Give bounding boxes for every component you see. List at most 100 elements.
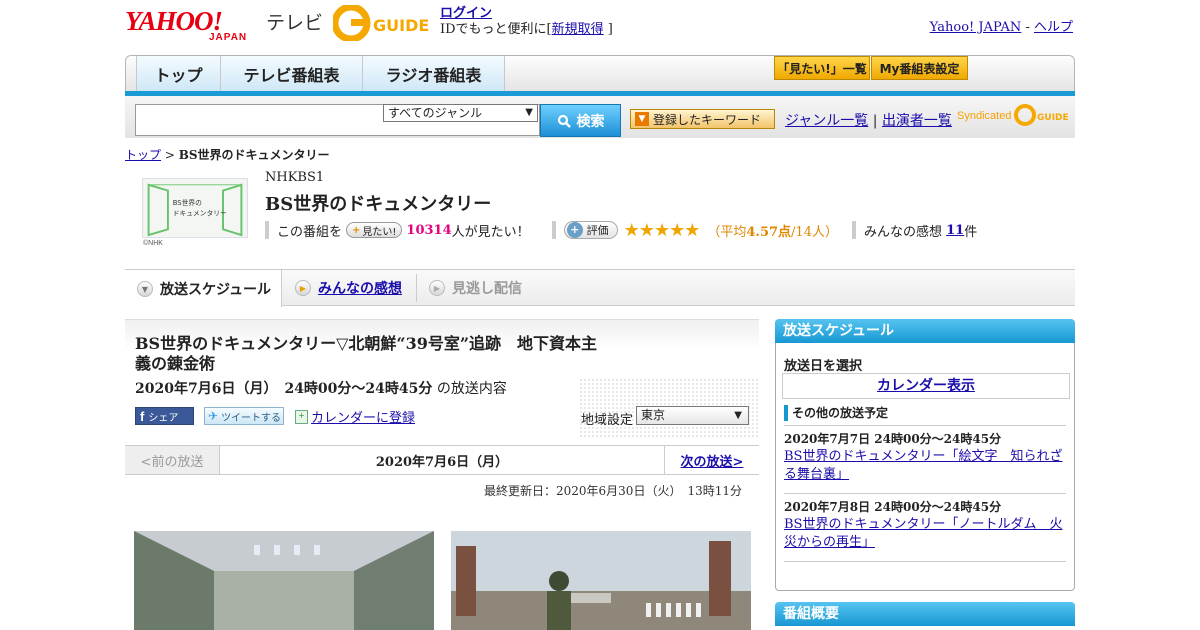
search-links: ジャンル一覧 | 出演者一覧	[785, 110, 952, 130]
episode-photo-2	[451, 531, 751, 630]
sidebar-schedule: 放送日を選択 カレンダー表示 その他の放送予定 2020年7月7日 24時00分…	[775, 343, 1075, 591]
facebook-share-label: シェア	[148, 412, 179, 424]
region-select[interactable]: 東京 ▼	[636, 406, 749, 425]
other-schedule-date: 2020年7月7日 24時00分～24時45分	[784, 432, 1002, 446]
top-links-separator: -	[1025, 20, 1030, 35]
main-nav: トップ テレビ番組表 ラジオ番組表 「見たい!」一覧 My番組表設定	[125, 55, 1075, 91]
want-list-button[interactable]: 「見たい!」一覧	[774, 56, 870, 80]
want-suffix: 人が見たい！	[451, 224, 530, 240]
want-button[interactable]: + 見たい!	[346, 222, 403, 238]
nav-tab-tv-schedule[interactable]: テレビ番組表	[220, 56, 363, 91]
reviews-suffix: 件	[964, 224, 978, 240]
other-schedule-link[interactable]: BS世界のドキュメンタリー「絵文字 知られざる舞台裏」	[784, 449, 1062, 482]
add-calendar-label: カレンダーに登録	[311, 411, 416, 426]
episode-date-suffix: の放送内容	[436, 381, 507, 397]
login-box: ログイン IDでもっと便利に[新規取得 ]	[440, 6, 613, 38]
rating-close: /14人）	[791, 224, 838, 240]
chevron-down-icon: ▼	[734, 410, 742, 421]
search-links-divider: |	[872, 113, 878, 129]
reviews-count-link[interactable]: 11	[946, 223, 964, 238]
list-item: 2020年7月8日 24時00分～24時45分 BS世界のドキュメンタリー「ノー…	[784, 493, 1066, 552]
sidebar-overview-heading: 番組概要	[775, 602, 1075, 626]
reviews-prefix: みんなの感想	[863, 224, 942, 240]
thumb-line-2: ドキュメンタリー	[173, 209, 227, 218]
rating-value: 4.57点	[746, 224, 792, 240]
list-item: 2020年7月7日 24時00分～24時45分 BS世界のドキュメンタリー「絵文…	[784, 425, 1066, 484]
prev-broadcast: <前の放送	[125, 446, 220, 474]
episode-header: BS世界のドキュメンタリー▽北朝鮮“39号室”追跡 地下資本主義の錬金術 202…	[125, 319, 759, 444]
play-icon: ▶	[295, 280, 311, 296]
tweet-button[interactable]: ✈ ツイートする	[204, 407, 284, 425]
add-calendar-link[interactable]: + カレンダーに登録	[295, 407, 415, 426]
nav-tab-radio-schedule[interactable]: ラジオ番組表	[362, 56, 505, 91]
tab-missed-label: 見逃し配信	[452, 281, 522, 297]
search-button-label: 検索	[576, 113, 605, 130]
performer-list-link[interactable]: 出演者一覧	[882, 113, 952, 129]
rating-average: （平均4.57点/14人）	[707, 221, 838, 240]
other-schedule-date: 2020年7月8日 24時00分～24時45分	[784, 500, 1002, 514]
gguide-logo: GUIDE	[333, 5, 429, 41]
my-schedule-button[interactable]: My番組表設定	[871, 56, 968, 80]
channel-name: NHKBS1	[265, 170, 325, 185]
plus-icon: +	[566, 222, 583, 238]
nav-tab-top[interactable]: トップ	[136, 56, 221, 91]
program-title: BS世界のドキュメンタリー	[265, 194, 492, 215]
episode-photo-1	[134, 531, 434, 630]
tweet-label: ツイートする	[221, 412, 282, 424]
want-button-label: 見たい!	[362, 226, 397, 238]
plus-icon: +	[352, 224, 361, 236]
tab-reviews[interactable]: ▶ みんなの感想	[283, 270, 413, 306]
search-button[interactable]: 検索	[540, 104, 621, 137]
sidebar-schedule-heading: 放送スケジュール	[775, 319, 1075, 343]
program-thumbnail: BS世界の ドキュメンタリー	[142, 178, 248, 238]
next-broadcast-label: 次の放送>	[680, 454, 744, 470]
divider	[784, 561, 1066, 562]
help-link[interactable]: ヘルプ	[1034, 20, 1073, 35]
play-icon: ▶	[429, 280, 445, 296]
calendar-show-label: カレンダー表示	[877, 378, 975, 394]
thumb-line-1: BS世界の	[173, 198, 202, 207]
rate-button[interactable]: + 評価	[563, 221, 618, 239]
rating-stars: ★★★★★	[623, 219, 701, 241]
login-link[interactable]: ログイン	[440, 6, 492, 21]
registered-keyword-button[interactable]: ▼ 登録したキーワード	[630, 109, 775, 129]
program-tabs: ▼ 放送スケジュール ▶ みんなの感想 ▶ 見逃し配信	[125, 269, 1075, 307]
search-icon	[557, 114, 571, 128]
rate-button-label: 評価	[586, 224, 609, 237]
tab-reviews-label: みんなの感想	[318, 281, 402, 297]
other-schedule-link[interactable]: BS世界のドキュメンタリー「ノートルダム 火災からの再生」	[784, 517, 1062, 550]
rating-open: （平均	[707, 224, 747, 240]
genre-select[interactable]: すべてのジャンル ▼	[383, 104, 538, 122]
yahoo-japan-logo[interactable]: YAHOO! JAPAN	[125, 6, 246, 43]
register-link[interactable]: 新規取得	[552, 22, 604, 37]
svg-text:GUIDE: GUIDE	[1037, 113, 1069, 123]
breadcrumb: トップ > BS世界のドキュメンタリー	[125, 146, 330, 163]
stats-divider	[551, 221, 556, 239]
episode-datetime: 2020年7月6日（月） 24時00分～24時45分	[135, 381, 433, 397]
calendar-show-link[interactable]: カレンダー表示	[782, 373, 1070, 399]
dropdown-arrow-icon: ▼	[635, 112, 649, 126]
tab-schedule[interactable]: ▼ 放送スケジュール	[125, 270, 282, 307]
pager-current-date: 2020年7月6日（月）	[375, 454, 509, 470]
want-count: 10314	[406, 222, 452, 238]
stats-divider	[265, 221, 269, 239]
select-date-label: 放送日を選択	[784, 359, 863, 374]
yahoo-logo-text: YAHOO!	[125, 6, 223, 36]
twitter-icon: ✈	[208, 409, 219, 423]
next-broadcast-link[interactable]: 次の放送>	[664, 446, 759, 474]
yahoo-japan-link[interactable]: Yahoo! JAPAN	[930, 20, 1022, 35]
region-value: 東京	[641, 408, 666, 422]
region-label: 地域設定	[581, 413, 634, 428]
syndicated-gguide-logo: GUIDE	[1014, 104, 1069, 126]
breadcrumb-top-link[interactable]: トップ	[125, 148, 161, 162]
chevron-down-icon: ▼	[137, 280, 153, 297]
search-bar: すべてのジャンル ▼ 検索 ▼ 登録したキーワード ジャンル一覧 | 出演者一覧…	[125, 96, 1075, 138]
want-prefix: この番組を	[277, 224, 343, 240]
facebook-share-button[interactable]: f シェア	[135, 407, 194, 425]
broadcast-pager: <前の放送 2020年7月6日（月） 次の放送>	[125, 445, 759, 475]
last-updated: 最終更新日：2020年6月30日（火） 13時11分	[484, 484, 742, 498]
login-prompt-close: ]	[607, 22, 613, 37]
chevron-down-icon: ▼	[525, 107, 533, 118]
episode-date: 2020年7月6日（月） 24時00分～24時45分 の放送内容	[135, 378, 507, 398]
genre-list-link[interactable]: ジャンル一覧	[785, 113, 868, 129]
